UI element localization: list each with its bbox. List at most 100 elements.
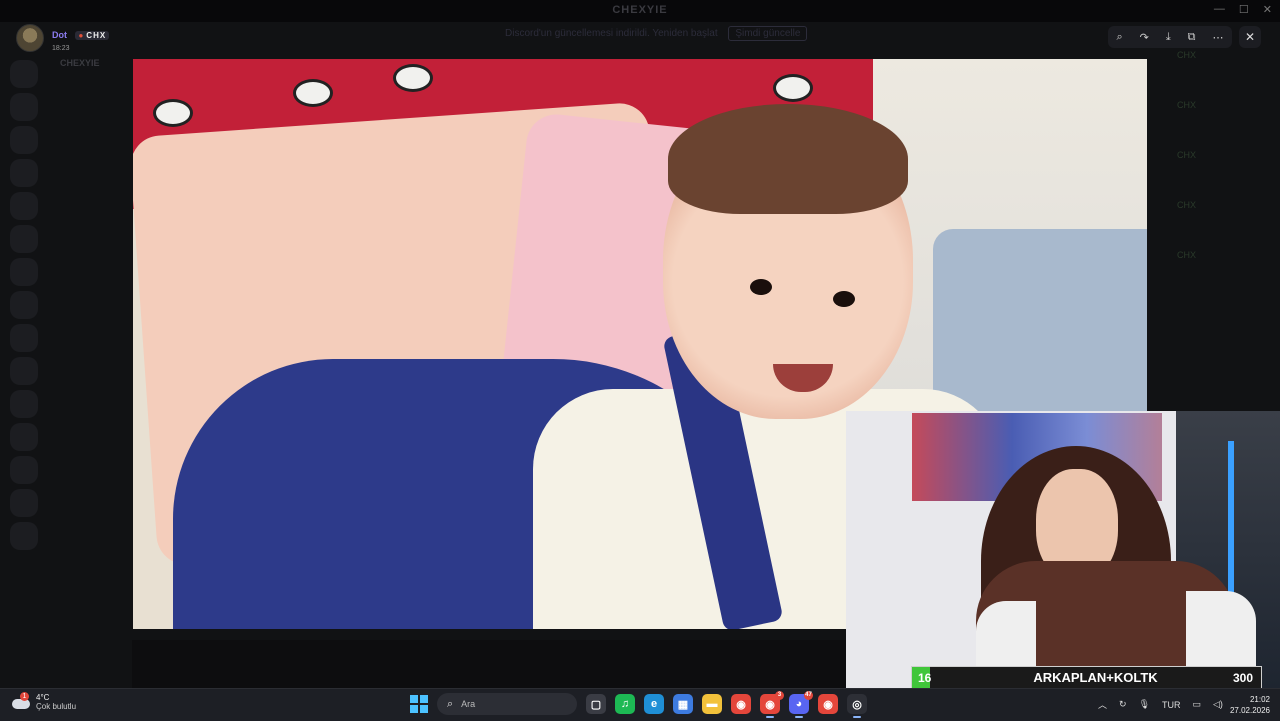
- server-icon[interactable]: [10, 225, 38, 253]
- discord-glyph: ◕: [795, 698, 803, 710]
- store-glyph: ▦: [677, 698, 689, 711]
- system-tray: ︿ ↻ 🎙 TUR ▭ ◁): [1098, 698, 1223, 711]
- chrome-3-icon[interactable]: ◉: [818, 694, 838, 714]
- network-icon[interactable]: ▭: [1193, 699, 1202, 710]
- update-notice: Discord'un güncellemesi indirildi. Yenid…: [505, 26, 808, 41]
- goal-current: 16: [918, 670, 932, 685]
- server-icon[interactable]: [10, 258, 38, 286]
- weather-text: 4°C Çok bulutlu: [36, 693, 76, 711]
- weather-desc: Çok bulutlu: [36, 702, 77, 711]
- server-icon[interactable]: [10, 423, 38, 451]
- volume-icon[interactable]: ◁): [1213, 699, 1223, 710]
- member-tag: CHX: [1177, 250, 1197, 260]
- pinned-apps: ▢ ♫ e ▦ ▬ ◉ ◉ 3 ◕ 47 ◉ ◎: [586, 691, 867, 718]
- edge-glyph: e: [650, 698, 658, 710]
- photo-pattern: [393, 64, 433, 92]
- chrome-glyph: ◉: [736, 698, 746, 711]
- search-placeholder: Ara: [461, 699, 476, 709]
- chrome-2-icon[interactable]: ◉ 3: [760, 691, 784, 718]
- language-indicator[interactable]: TUR: [1162, 700, 1181, 710]
- sync-icon[interactable]: ↻: [1119, 699, 1127, 710]
- close-icon: ✕: [1244, 30, 1256, 44]
- server-icon[interactable]: [10, 126, 38, 154]
- server-rail: [8, 60, 40, 555]
- photo-hair: [668, 104, 908, 214]
- mushroom-icon: ●: [78, 30, 85, 40]
- goal-label: ARKAPLAN+KOLTK: [1033, 670, 1158, 685]
- more-icon[interactable]: ⋯: [1212, 31, 1223, 44]
- server-icon[interactable]: [10, 192, 38, 220]
- close-window-icon[interactable]: ✕: [1263, 3, 1272, 16]
- clan-tag-text: CHX: [86, 30, 107, 40]
- cloud-icon: 1: [12, 692, 30, 709]
- member-list: CHX CHX CHX CHX CHX: [1147, 50, 1280, 410]
- server-icon[interactable]: [10, 390, 38, 418]
- microphone-icon[interactable]: 🎙: [1139, 699, 1150, 710]
- server-name[interactable]: CHEXYIE: [60, 58, 132, 68]
- update-now-button[interactable]: Şimdi güncelle: [728, 26, 808, 41]
- server-icon[interactable]: [10, 357, 38, 385]
- member-tag: CHX: [1177, 200, 1197, 210]
- notification-badge: 47: [804, 691, 813, 700]
- taskbar: 1 4°C Çok bulutlu ⌕ Ara ▢ ♫ e ▦ ▬ ◉ ◉ 3 ◕ 47 ◉ ◎ ︿ …: [0, 688, 1280, 721]
- clock-time: 21:02: [1249, 695, 1270, 704]
- file-explorer-icon[interactable]: ▬: [702, 694, 722, 714]
- update-notice-text: Discord'un güncellemesi indirildi. Yenid…: [505, 28, 718, 39]
- close-viewer-button[interactable]: ✕: [1239, 26, 1261, 48]
- chrome-3-glyph: ◉: [823, 698, 833, 711]
- obs-glyph: ◎: [852, 698, 862, 711]
- author-name[interactable]: Dot: [52, 30, 67, 40]
- download-icon[interactable]: ⤓: [1166, 31, 1171, 44]
- edge-icon[interactable]: e: [644, 694, 664, 714]
- obs-icon[interactable]: ◎: [847, 694, 867, 718]
- member-tag: CHX: [1177, 150, 1197, 160]
- photo-pattern: [293, 79, 333, 107]
- task-view-glyph: ▢: [590, 698, 602, 711]
- server-icon[interactable]: [10, 456, 38, 484]
- maximize-icon[interactable]: ☐: [1239, 3, 1249, 16]
- open-external-icon[interactable]: ⧉: [1188, 31, 1196, 44]
- message-composer: [132, 640, 847, 688]
- server-icon[interactable]: [10, 522, 38, 550]
- window-title: CHEXYIE: [612, 4, 668, 16]
- server-icon[interactable]: [10, 324, 38, 352]
- clock-date: 27.02.2026: [1229, 706, 1270, 715]
- server-icon[interactable]: [10, 93, 38, 121]
- taskbar-center: ⌕ Ara ▢ ♫ e ▦ ▬ ◉ ◉ 3 ◕ 47 ◉ ◎: [410, 691, 867, 718]
- server-icon[interactable]: [10, 159, 38, 187]
- image-author: Dot ● CHX 18:23: [16, 24, 110, 52]
- spotify-glyph: ♫: [620, 698, 630, 710]
- spotify-icon[interactable]: ♫: [615, 694, 635, 714]
- stream-goal-bar: 16 ARKAPLAN+KOLTK 300: [911, 666, 1262, 689]
- background-titlebar: CHEXYIE — ☐ ✕: [0, 0, 1280, 22]
- image-toolbar: ⌕ ↷ ⤓ ⧉ ⋯: [1108, 26, 1232, 48]
- weather-badge: 1: [20, 692, 29, 701]
- avatar[interactable]: [16, 24, 44, 52]
- taskbar-search[interactable]: ⌕ Ara: [437, 693, 577, 715]
- author-info: Dot ● CHX 18:23: [52, 25, 110, 52]
- search-icon: ⌕: [447, 697, 454, 710]
- notification-badge: 3: [775, 691, 784, 700]
- chrome-icon[interactable]: ◉: [731, 694, 751, 714]
- clan-tag: ● CHX: [75, 30, 110, 40]
- weather-widget[interactable]: 1 4°C Çok bulutlu: [12, 692, 76, 711]
- member-tag: CHX: [1177, 50, 1197, 60]
- channel-list: CHEXYIE: [50, 50, 132, 650]
- chevron-up-icon[interactable]: ︿: [1098, 698, 1107, 711]
- chrome-2-glyph: ◉: [765, 698, 775, 711]
- store-icon[interactable]: ▦: [673, 694, 693, 714]
- photo-eye: [833, 291, 855, 307]
- task-view-icon[interactable]: ▢: [586, 694, 606, 714]
- discord-icon[interactable]: ◕ 47: [789, 691, 813, 718]
- server-icon[interactable]: [10, 489, 38, 517]
- server-icon[interactable]: [10, 291, 38, 319]
- start-button[interactable]: [410, 695, 428, 713]
- server-icon[interactable]: [10, 60, 38, 88]
- zoom-icon[interactable]: ⌕: [1116, 31, 1122, 44]
- clock[interactable]: 21:02 27.02.2026: [1228, 694, 1270, 716]
- minimize-icon[interactable]: —: [1214, 3, 1225, 16]
- member-tag: CHX: [1177, 100, 1197, 110]
- forward-icon[interactable]: ↷: [1140, 31, 1149, 44]
- weather-temp: 4°C: [36, 693, 50, 702]
- goal-max: 300: [1232, 670, 1253, 685]
